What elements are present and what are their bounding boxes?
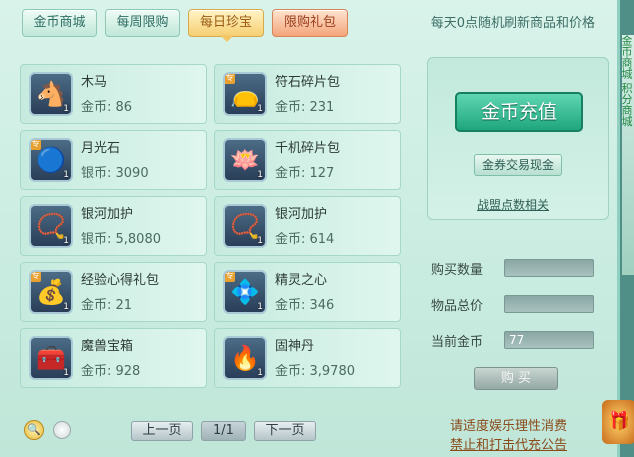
item-name: 符石碎片包 bbox=[275, 75, 341, 90]
white-orb-icon[interactable] bbox=[53, 421, 71, 439]
shop-item-8[interactable]: 🧰 1 魔兽宝箱 金币: 928 bbox=[20, 328, 207, 388]
side-menu-strip[interactable]: 金币商城 积分商城 bbox=[622, 35, 634, 275]
gold-recharge-button[interactable]: 金币充值 bbox=[455, 92, 583, 132]
current-gold-label: 当前金币 bbox=[431, 335, 484, 350]
tab-gold-mall[interactable]: 金币商城 bbox=[22, 9, 97, 37]
lotus-bowl-icon: 🪷 1 bbox=[223, 138, 267, 182]
exclusive-badge: 专 bbox=[225, 73, 236, 84]
item-name: 固神丹 bbox=[275, 339, 315, 354]
magnifier-icon[interactable]: 🔍 bbox=[24, 420, 44, 440]
red-pouch-icon: 👝 专 1 bbox=[223, 72, 267, 116]
tab-daily-treasure[interactable]: 每日珍宝 bbox=[188, 9, 264, 37]
shop-item-0[interactable]: 🐴 1 木马 金币: 86 bbox=[20, 64, 207, 124]
item-name: 木马 bbox=[81, 75, 108, 90]
exp-gift-bag-icon: 💰 专 1 bbox=[29, 270, 73, 314]
next-page-button[interactable]: 下一页 bbox=[254, 421, 316, 441]
quantity-label: 购买数量 bbox=[431, 263, 484, 278]
shop-item-6[interactable]: 💰 专 1 经验心得礼包 金币: 21 bbox=[20, 262, 207, 322]
voucher-exchange-button[interactable]: 金券交易现金 bbox=[474, 154, 562, 176]
item-price: 金币: 127 bbox=[275, 166, 335, 181]
item-price: 金币: 231 bbox=[275, 100, 335, 115]
rational-spending-notice: 请适度娱乐理性消费 bbox=[450, 419, 568, 434]
spirit-heart-icon: 💠 专 1 bbox=[223, 270, 267, 314]
total-price-field bbox=[504, 295, 594, 313]
shop-item-3[interactable]: 🪷 1 千机碎片包 金币: 127 bbox=[214, 130, 401, 190]
item-name: 银河加护 bbox=[275, 207, 328, 222]
shop-item-2[interactable]: 🔵 专 1 月光石 银币: 3090 bbox=[20, 130, 207, 190]
item-price: 金币: 928 bbox=[81, 364, 141, 379]
exclusive-badge: 专 bbox=[31, 271, 42, 282]
current-gold-field: 77 bbox=[504, 331, 594, 349]
shop-item-4[interactable]: 📿 1 银河加护 银币: 5,8080 bbox=[20, 196, 207, 256]
shop-item-9[interactable]: 🔥 1 固神丹 金币: 3,9780 bbox=[214, 328, 401, 388]
treasure-chest-icon: 🧰 1 bbox=[29, 336, 73, 380]
alliance-points-link[interactable]: 战盟点数相关 bbox=[477, 196, 549, 213]
refresh-notice: 每天0点随机刷新商品和价格 bbox=[430, 16, 595, 31]
item-name: 经验心得礼包 bbox=[81, 273, 160, 288]
rocking-horse-icon: 🐴 1 bbox=[29, 72, 73, 116]
tab-weekly-limit[interactable]: 每周限购 bbox=[105, 9, 180, 37]
galaxy-chain-icon: 📿 1 bbox=[223, 204, 267, 248]
page-indicator: 1/1 bbox=[201, 421, 246, 441]
anti-recharge-announcement-link[interactable]: 禁止和打击代充公告 bbox=[450, 434, 567, 453]
galaxy-chain-icon: 📿 1 bbox=[29, 204, 73, 248]
shop-item-7[interactable]: 💠 专 1 精灵之心 金币: 346 bbox=[214, 262, 401, 322]
item-price: 金币: 86 bbox=[81, 100, 133, 115]
quantity-input[interactable] bbox=[504, 259, 594, 277]
item-price: 银币: 3090 bbox=[81, 166, 149, 181]
item-price: 银币: 5,8080 bbox=[81, 232, 161, 247]
active-tab-arrow bbox=[220, 35, 234, 42]
shop-item-1[interactable]: 👝 专 1 符石碎片包 金币: 231 bbox=[214, 64, 401, 124]
buy-button[interactable]: 购 买 bbox=[474, 367, 558, 390]
item-name: 银河加护 bbox=[81, 207, 134, 222]
moonstone-icon: 🔵 专 1 bbox=[29, 138, 73, 182]
total-price-label: 物品总价 bbox=[431, 299, 484, 314]
item-price: 金币: 346 bbox=[275, 298, 335, 313]
shop-item-5[interactable]: 📿 1 银河加护 金币: 614 bbox=[214, 196, 401, 256]
item-name: 月光石 bbox=[81, 141, 121, 156]
item-price: 金币: 614 bbox=[275, 232, 335, 247]
item-name: 魔兽宝箱 bbox=[81, 339, 134, 354]
prev-page-button[interactable]: 上一页 bbox=[131, 421, 193, 441]
tab-limited-gift[interactable]: 限购礼包 bbox=[272, 9, 348, 37]
item-name: 精灵之心 bbox=[275, 273, 328, 288]
gift-icon[interactable]: 🎁 bbox=[602, 400, 634, 444]
exclusive-badge: 专 bbox=[31, 139, 42, 150]
fire-pill-icon: 🔥 1 bbox=[223, 336, 267, 380]
side-edge: 金币商城 积分商城 🎁 bbox=[602, 0, 634, 457]
item-price: 金币: 21 bbox=[81, 298, 133, 313]
item-price: 金币: 3,9780 bbox=[275, 364, 355, 379]
item-name: 千机碎片包 bbox=[275, 141, 341, 156]
exclusive-badge: 专 bbox=[225, 271, 236, 282]
shop-panel: 金币商城 每周限购 每日珍宝 限购礼包 每天0点随机刷新商品和价格 🐴 1 木马 … bbox=[0, 0, 620, 457]
